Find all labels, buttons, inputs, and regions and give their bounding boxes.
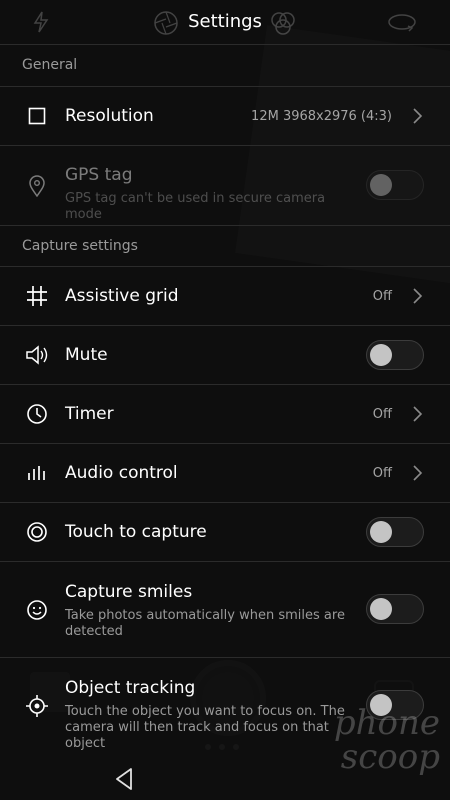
section-header-general: General (0, 44, 450, 86)
setting-assistive-grid[interactable]: Assistive grid Off (0, 266, 450, 325)
chevron-right-icon (413, 108, 423, 124)
setting-mute[interactable]: Mute (0, 325, 450, 384)
resolution-icon (22, 101, 52, 131)
setting-audio-control[interactable]: Audio control Off (0, 443, 450, 502)
setting-label: Mute (65, 345, 108, 365)
setting-label: Assistive grid (65, 286, 179, 306)
chevron-right-icon (413, 288, 423, 304)
setting-label: Resolution (65, 106, 154, 126)
setting-value: 12M 3968x2976 (4:3) (251, 109, 392, 124)
setting-capture-smiles[interactable]: Capture smiles Take photos automatically… (0, 561, 450, 657)
setting-value: Off (372, 466, 392, 481)
toggle-knob (370, 174, 392, 196)
capture-smiles-toggle[interactable] (366, 594, 424, 624)
setting-value: Off (372, 407, 392, 422)
setting-label: Timer (65, 404, 114, 424)
touch-circle-icon (22, 517, 52, 547)
switch-camera-icon (388, 14, 416, 32)
toggle-knob (370, 344, 392, 366)
smile-icon (22, 595, 52, 625)
setting-gps-tag: GPS tag GPS tag can't be used in secure … (0, 145, 450, 225)
mute-toggle[interactable] (366, 340, 424, 370)
back-icon[interactable] (112, 766, 138, 792)
setting-label: GPS tag (65, 165, 133, 185)
setting-label: Audio control (65, 463, 178, 483)
filter-icon (271, 12, 295, 35)
navigation-bar (0, 752, 450, 800)
location-pin-icon (22, 171, 52, 201)
chevron-right-icon (413, 465, 423, 481)
setting-value: Off (372, 289, 392, 304)
setting-label: Object tracking (65, 678, 196, 698)
section-title: General (22, 57, 78, 73)
section-header-capture: Capture settings (0, 225, 450, 267)
setting-label: Capture smiles (65, 582, 193, 602)
touch-to-capture-toggle[interactable] (366, 517, 424, 547)
page-title: Settings (188, 11, 262, 32)
setting-description: Take photos automatically when smiles ar… (65, 608, 345, 639)
top-bar: Settings (0, 0, 450, 44)
toggle-knob (370, 521, 392, 543)
setting-description: GPS tag can't be used in secure camera m… (65, 191, 326, 222)
setting-touch-to-capture[interactable]: Touch to capture (0, 502, 450, 561)
gps-tag-toggle (366, 170, 424, 200)
speaker-icon (22, 340, 52, 370)
toggle-knob (370, 598, 392, 620)
audio-bars-icon (22, 458, 52, 488)
setting-resolution[interactable]: Resolution 12M 3968x2976 (4:3) (0, 86, 450, 145)
clock-icon (22, 399, 52, 429)
section-title: Capture settings (22, 238, 138, 254)
setting-label: Touch to capture (65, 522, 207, 542)
chevron-right-icon (413, 406, 423, 422)
grid-icon (22, 281, 52, 311)
crosshair-icon (22, 691, 52, 721)
setting-timer[interactable]: Timer Off (0, 384, 450, 443)
